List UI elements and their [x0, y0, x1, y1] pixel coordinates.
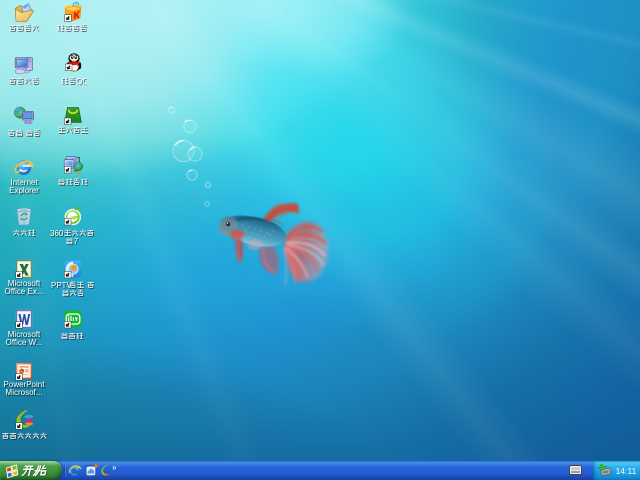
svg-text:7: 7: [73, 237, 78, 246]
svg-text:360: 360: [50, 229, 64, 238]
svg-text:QQ: QQ: [76, 77, 87, 86]
